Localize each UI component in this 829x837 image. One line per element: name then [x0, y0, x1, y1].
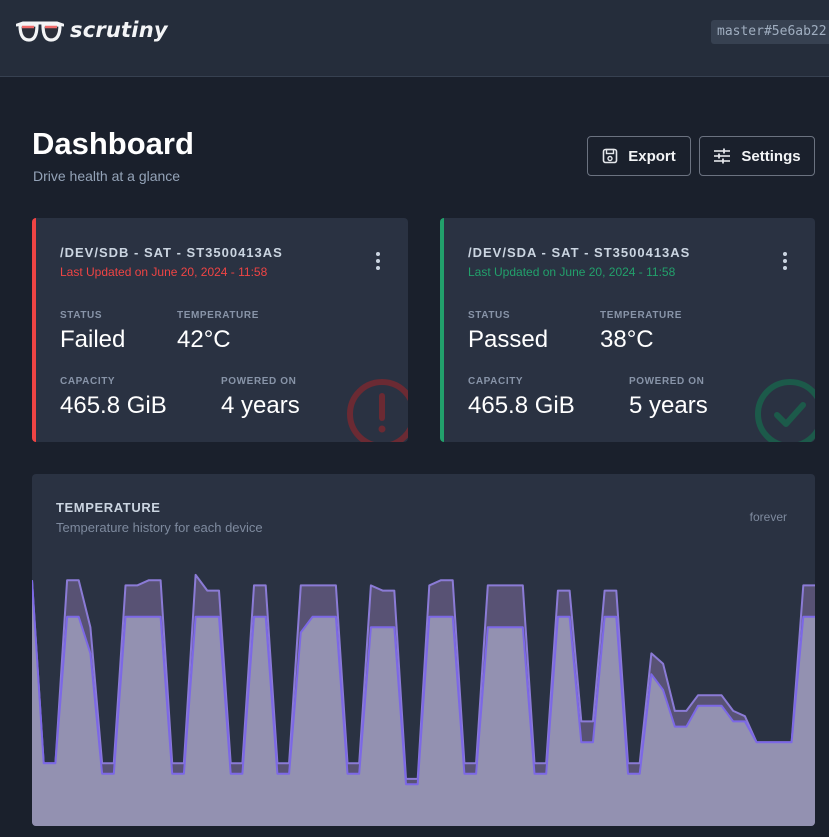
temperature-panel: TEMPERATURE Temperature history for each…	[32, 474, 815, 826]
settings-button[interactable]: Settings	[699, 136, 815, 176]
glasses-logo-icon	[16, 21, 64, 42]
powered-on-label: POWERED ON	[221, 376, 297, 387]
device-card-sdb[interactable]: /DEV/SDB - SAT - ST3500413AS Last Update…	[32, 218, 408, 442]
export-button[interactable]: Export	[587, 136, 691, 176]
app-logo[interactable]: scrutiny	[16, 16, 168, 44]
capacity-label: CAPACITY	[60, 376, 116, 387]
version-badge: master#5e6ab22	[711, 20, 829, 44]
temperature-value: 38°C	[600, 326, 654, 353]
page-title: Dashboard	[32, 126, 194, 161]
app-name: scrutiny	[70, 18, 168, 42]
powered-on-label: POWERED ON	[629, 376, 705, 387]
capacity-value: 465.8 GiB	[60, 392, 167, 419]
more-options-icon[interactable]	[781, 252, 789, 272]
status-label: STATUS	[468, 310, 511, 321]
status-value: Failed	[60, 326, 126, 353]
temperature-label: TEMPERATURE	[177, 310, 259, 321]
status-label: STATUS	[60, 310, 103, 321]
device-title[interactable]: /DEV/SDA - SAT - ST3500413AS	[468, 245, 690, 260]
sliders-icon	[713, 148, 731, 164]
device-last-updated: Last Updated on June 20, 2024 - 11:58	[60, 265, 268, 279]
temperature-chart	[32, 573, 815, 826]
status-value: Passed	[468, 326, 549, 353]
floppy-disk-icon	[602, 148, 618, 164]
powered-on-value: 5 years	[629, 392, 708, 419]
capacity-value: 465.8 GiB	[468, 392, 575, 419]
device-card-sda[interactable]: /DEV/SDA - SAT - ST3500413AS Last Update…	[440, 218, 815, 442]
exclamation-circle-icon	[347, 379, 408, 442]
settings-button-label: Settings	[741, 147, 801, 165]
temperature-value: 42°C	[177, 326, 231, 353]
temperature-label: TEMPERATURE	[600, 310, 682, 321]
device-title[interactable]: /DEV/SDB - SAT - ST3500413AS	[60, 245, 283, 260]
top-bar: scrutiny master#5e6ab22	[0, 0, 829, 77]
check-circle-icon	[755, 379, 815, 442]
capacity-label: CAPACITY	[468, 376, 524, 387]
export-button-label: Export	[628, 147, 676, 165]
powered-on-value: 4 years	[221, 392, 300, 419]
device-last-updated: Last Updated on June 20, 2024 - 11:58	[468, 265, 676, 279]
page-subtitle: Drive health at a glance	[33, 168, 181, 184]
more-options-icon[interactable]	[374, 252, 382, 272]
